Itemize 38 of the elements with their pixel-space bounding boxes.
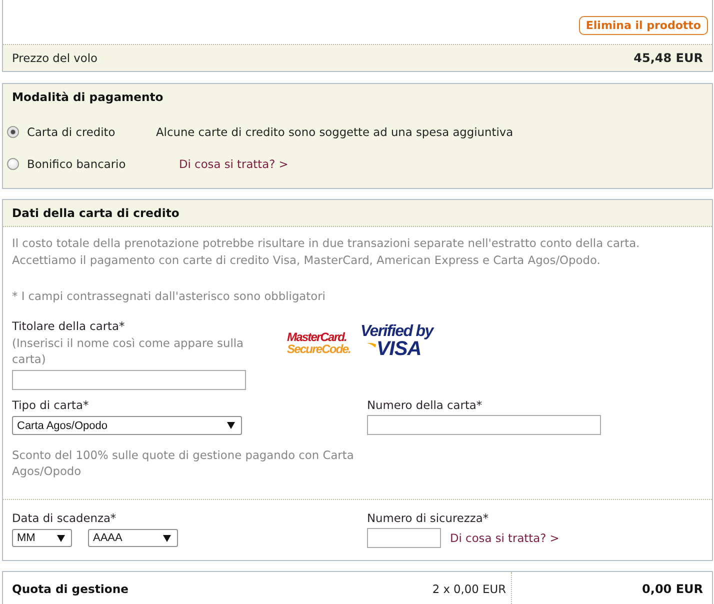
dropdown[interactable]: MM	[12, 529, 72, 547]
info-link[interactable]: Di cosa si tratta? >	[179, 157, 288, 171]
required-fields-note: * I campi contrassegnati dall'asterisco sono obbligatori	[12, 288, 326, 305]
caret-icon	[227, 422, 235, 429]
info-text: Accettiamo il pagamento con carte di credito Visa, MasterCard, American Express e Carta Agos/Opodo.	[12, 252, 602, 269]
radio-label[interactable]: Carta di credito	[27, 125, 156, 139]
info-text: Il costo totale della prenotazione potrebbe risultare in due transazioni separate nell'estratto conto della carta.	[12, 235, 641, 252]
caret-icon	[163, 534, 171, 542]
fee-total: 0,00 EUR	[642, 582, 703, 596]
dropdown[interactable]: Carta Agos/Opodo	[12, 416, 242, 435]
option-note: Alcune carte di credito sono soggette ad una spesa aggiuntiva	[156, 125, 514, 139]
dropdown[interactable]: AAAA	[88, 529, 178, 547]
field-label: Titolare della carta*	[12, 318, 126, 335]
logo-text: Verified by	[360, 324, 433, 340]
logo-text: SecureCode.	[287, 344, 350, 355]
radio-label[interactable]: Bonifico bancario	[27, 157, 156, 171]
field-label: Numero della carta*	[367, 397, 484, 414]
input-field[interactable]	[12, 370, 246, 390]
price-value: 45,48 EUR	[634, 51, 703, 65]
field-label: Numero di sicurezza*	[367, 510, 490, 527]
discount-note: Sconto del 100% sulle quote di gestione pagando con Carta Agos/Opodo	[12, 447, 355, 479]
fee-label: Quota di gestione	[11, 581, 130, 598]
input-field[interactable]	[367, 528, 441, 548]
info-link[interactable]: Di cosa si tratta? >	[450, 531, 560, 545]
section-title: Dati della carta di credito	[3, 200, 712, 227]
logo-text: VISA	[376, 340, 422, 358]
swoosh-icon	[367, 342, 376, 348]
field-label: Tipo di carta*	[12, 397, 90, 414]
logo-text: MasterCard.	[287, 332, 348, 344]
caret-icon	[57, 534, 65, 542]
radio-button[interactable]	[7, 126, 19, 138]
section-title: Modalità di pagamento	[12, 89, 164, 105]
input-field[interactable]	[367, 415, 601, 435]
radio-button[interactable]	[7, 158, 19, 170]
price-label: Prezzo del volo	[12, 51, 98, 65]
field-label: Data di scadenza*	[12, 510, 118, 527]
fee-detail: 2 x 0,00 EUR	[432, 581, 507, 598]
field-hint: (Inserisci il nome così come appare sulla carta)	[12, 335, 245, 367]
